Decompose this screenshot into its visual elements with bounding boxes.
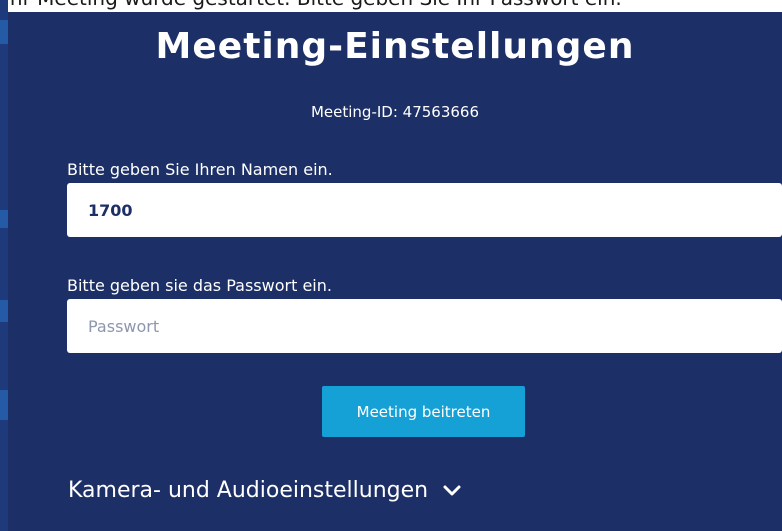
password-input[interactable]	[67, 299, 782, 353]
password-label: Bitte geben sie das Passwort ein.	[67, 276, 332, 295]
top-strip: Ihr Meeting wurde gestartet. Bitte geben…	[0, 0, 782, 12]
meeting-settings-panel: Meeting-Einstellungen Meeting-ID: 475636…	[8, 12, 782, 531]
join-meeting-button[interactable]: Meeting beitreten	[322, 386, 525, 437]
top-strip-text: Ihr Meeting wurde gestartet. Bitte geben…	[4, 0, 622, 10]
left-edge	[0, 0, 8, 531]
meeting-id: Meeting-ID: 47563666	[310, 103, 480, 121]
page-title: Meeting-Einstellungen	[155, 26, 635, 67]
name-label: Bitte geben Sie Ihren Namen ein.	[67, 160, 333, 179]
camera-audio-settings-label: Kamera- und Audioeinstellungen	[68, 478, 429, 503]
name-input[interactable]	[67, 183, 782, 237]
camera-audio-settings-toggle[interactable]: Kamera- und Audioeinstellungen	[68, 478, 462, 503]
chevron-down-icon	[443, 485, 461, 495]
